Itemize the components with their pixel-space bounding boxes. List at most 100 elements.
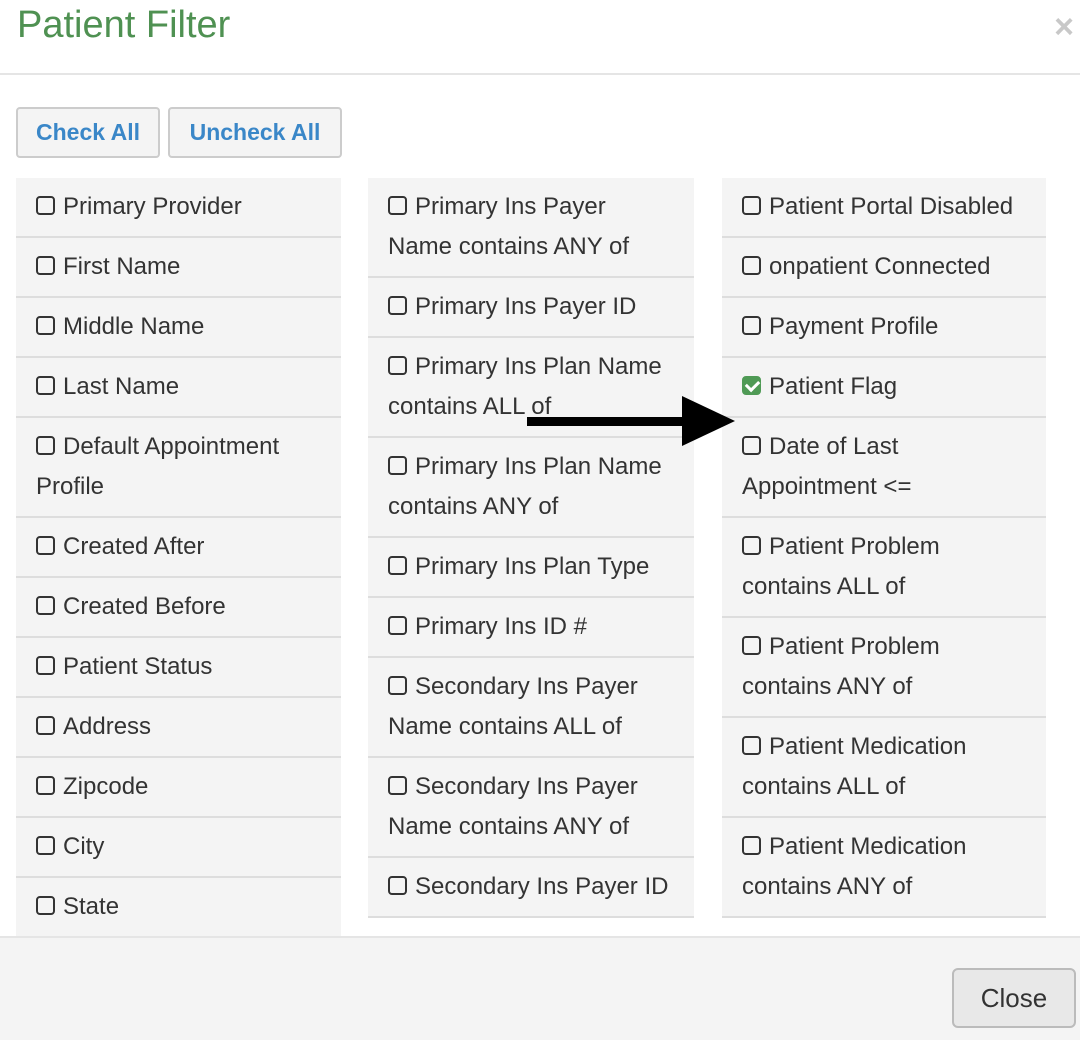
checkbox-icon[interactable] bbox=[388, 876, 407, 895]
checkbox-icon[interactable] bbox=[36, 436, 55, 455]
checkbox-icon[interactable] bbox=[36, 316, 55, 335]
filter-option[interactable]: Created Before bbox=[16, 578, 341, 638]
filter-option[interactable]: Patient Medication contains ANY of bbox=[722, 818, 1046, 918]
modal-title: Patient Filter bbox=[17, 4, 231, 46]
checkbox-checked-icon[interactable] bbox=[742, 376, 761, 395]
filter-option[interactable]: Secondary Ins Payer Name contains ANY of bbox=[368, 758, 694, 858]
filter-option[interactable]: Created After bbox=[16, 518, 341, 578]
filter-column-3: Patient Portal Disabled onpatient Connect… bbox=[722, 178, 1046, 918]
filter-column-2: Primary Ins Payer Name contains ANY of Pr… bbox=[368, 178, 694, 918]
filter-option-label: Patient Medication contains ANY of bbox=[742, 833, 967, 900]
checkbox-icon[interactable] bbox=[742, 736, 761, 755]
filter-option-label: Primary Ins Plan Type bbox=[415, 553, 650, 580]
filter-option[interactable]: Secondary Ins Payer Name contains ALL of bbox=[368, 658, 694, 758]
checkbox-icon[interactable] bbox=[388, 196, 407, 215]
filter-option[interactable]: Patient Problem contains ALL of bbox=[722, 518, 1046, 618]
checkbox-icon[interactable] bbox=[36, 256, 55, 275]
filter-option-label: Address bbox=[63, 713, 152, 740]
filter-option-label: Patient Flag bbox=[769, 373, 898, 400]
filter-option[interactable]: Patient Medication contains ALL of bbox=[722, 718, 1046, 818]
checkbox-icon[interactable] bbox=[36, 896, 55, 915]
filter-option[interactable]: Primary Ins ID # bbox=[368, 598, 694, 658]
filter-option-label: Zipcode bbox=[63, 773, 149, 800]
filter-column-1: Primary Provider First Name Middle Name Las… bbox=[16, 178, 341, 936]
filter-option-label: Patient Status bbox=[63, 653, 213, 680]
checkbox-icon[interactable] bbox=[388, 616, 407, 635]
checkbox-icon[interactable] bbox=[36, 196, 55, 215]
checkbox-icon[interactable] bbox=[36, 596, 55, 615]
filter-option[interactable]: Primary Ins Plan Type bbox=[368, 538, 694, 598]
checkbox-icon[interactable] bbox=[742, 536, 761, 555]
modal-header: Patient Filter × bbox=[0, 0, 1080, 75]
filter-option-label: Date of Last Appointment <= bbox=[742, 433, 912, 500]
filter-option-label: Patient Problem contains ALL of bbox=[742, 533, 940, 600]
filter-option[interactable]: Patient Status bbox=[16, 638, 341, 698]
checkbox-icon[interactable] bbox=[388, 356, 407, 375]
filter-option-label: City bbox=[63, 833, 105, 860]
checkbox-icon[interactable] bbox=[388, 776, 407, 795]
checkbox-icon[interactable] bbox=[388, 556, 407, 575]
filter-option-label: Primary Ins Plan Name contains ANY of bbox=[388, 453, 662, 520]
filter-option[interactable]: Default Appointment Profile bbox=[16, 418, 341, 518]
filter-option-label: First Name bbox=[63, 253, 181, 280]
modal-footer: Close bbox=[0, 936, 1080, 1040]
filter-option[interactable]: State bbox=[16, 878, 341, 936]
filter-option[interactable]: Primary Ins Payer Name contains ANY of bbox=[368, 178, 694, 278]
checkbox-icon[interactable] bbox=[36, 376, 55, 395]
filter-option[interactable]: onpatient Connected bbox=[722, 238, 1046, 298]
checkbox-icon[interactable] bbox=[388, 676, 407, 695]
checkbox-icon[interactable] bbox=[742, 196, 761, 215]
checkbox-icon[interactable] bbox=[742, 636, 761, 655]
filter-option-label: Primary Provider bbox=[63, 193, 242, 220]
check-all-button[interactable]: Check All bbox=[16, 107, 160, 158]
close-button[interactable]: Close bbox=[952, 968, 1076, 1028]
checkbox-icon[interactable] bbox=[36, 716, 55, 735]
filter-list[interactable]: Primary Provider First Name Middle Name Las… bbox=[0, 178, 1080, 936]
filter-option-label: Payment Profile bbox=[769, 313, 939, 340]
filter-option[interactable]: Zipcode bbox=[16, 758, 341, 818]
filter-option[interactable]: Address bbox=[16, 698, 341, 758]
filter-option-label: Primary Ins ID # bbox=[415, 613, 588, 640]
filter-option-label: State bbox=[63, 893, 120, 920]
filter-option-label: Secondary Ins Payer Name contains ANY of bbox=[388, 773, 638, 840]
filter-option-label: Primary Ins Payer Name contains ANY of bbox=[388, 193, 630, 260]
filter-option-label: Primary Ins Payer ID bbox=[415, 293, 637, 320]
filter-option-label: Secondary Ins Payer Name contains ALL of bbox=[388, 673, 638, 740]
filter-option[interactable]: City bbox=[16, 818, 341, 878]
checkbox-icon[interactable] bbox=[36, 836, 55, 855]
filter-option[interactable]: Primary Ins Payer ID bbox=[368, 278, 694, 338]
checkbox-icon[interactable] bbox=[742, 316, 761, 335]
filter-option-label: Secondary Ins Payer ID bbox=[415, 873, 669, 900]
uncheck-all-button[interactable]: Uncheck All bbox=[168, 107, 342, 158]
filter-option-label: Last Name bbox=[63, 373, 180, 400]
filter-option[interactable]: Patient Problem contains ANY of bbox=[722, 618, 1046, 718]
filter-option-label: Patient Medication contains ALL of bbox=[742, 733, 967, 800]
checkbox-icon[interactable] bbox=[742, 436, 761, 455]
checkbox-icon[interactable] bbox=[36, 536, 55, 555]
filter-option[interactable]: Date of Last Appointment <= bbox=[722, 418, 1046, 518]
filter-option[interactable]: Secondary Ins Payer ID bbox=[368, 858, 694, 918]
checkbox-icon[interactable] bbox=[388, 296, 407, 315]
arrow-annotation bbox=[527, 396, 735, 446]
filter-option[interactable]: Last Name bbox=[16, 358, 341, 418]
filter-option-label: Patient Problem contains ANY of bbox=[742, 633, 940, 700]
filter-option[interactable]: Primary Ins Plan Name contains ANY of bbox=[368, 438, 694, 538]
filter-option[interactable]: Primary Provider bbox=[16, 178, 341, 238]
close-icon[interactable]: × bbox=[1054, 8, 1074, 47]
filter-option[interactable]: Patient Portal Disabled bbox=[722, 178, 1046, 238]
filter-option-label: Patient Portal Disabled bbox=[769, 193, 1014, 220]
filter-option[interactable]: Middle Name bbox=[16, 298, 341, 358]
filter-option[interactable]: First Name bbox=[16, 238, 341, 298]
filter-option-label: Default Appointment Profile bbox=[36, 433, 280, 500]
checkbox-icon[interactable] bbox=[742, 256, 761, 275]
filter-option-label: Created Before bbox=[63, 593, 226, 620]
filter-option-label: Middle Name bbox=[63, 313, 205, 340]
filter-option[interactable]: Payment Profile bbox=[722, 298, 1046, 358]
filter-option[interactable]: Patient Flag bbox=[722, 358, 1046, 418]
checkbox-icon[interactable] bbox=[36, 776, 55, 795]
checkbox-icon[interactable] bbox=[388, 456, 407, 475]
checkbox-icon[interactable] bbox=[36, 656, 55, 675]
filter-option-label: onpatient Connected bbox=[769, 253, 991, 280]
checkbox-icon[interactable] bbox=[742, 836, 761, 855]
filter-option-label: Created After bbox=[63, 533, 205, 560]
